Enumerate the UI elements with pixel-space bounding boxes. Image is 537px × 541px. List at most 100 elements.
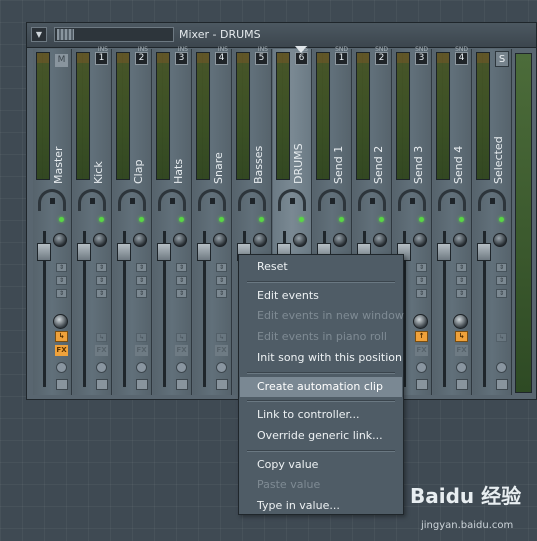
pan-knob[interactable] (438, 189, 466, 211)
menu-item-override-generic-link[interactable]: Override generic link... (240, 426, 402, 446)
pan-knob[interactable] (78, 189, 106, 211)
disk-record-icon[interactable] (136, 379, 148, 390)
send-level-knob[interactable] (413, 314, 428, 329)
stereo-separation-knob[interactable] (213, 233, 227, 247)
track-enable-led[interactable] (379, 217, 384, 222)
polarity-icon[interactable]: ⇕ (56, 276, 67, 285)
route-icon[interactable]: ⇕ (136, 289, 147, 298)
swap-channels-icon[interactable]: ⇕ (216, 263, 227, 272)
volume-fader-handle[interactable] (117, 243, 131, 261)
mixer-title-slider[interactable] (54, 27, 174, 42)
disk-record-icon[interactable] (96, 379, 108, 390)
polarity-icon[interactable]: ⇕ (176, 276, 187, 285)
route-icon[interactable]: ⇕ (96, 289, 107, 298)
track-enable-led[interactable] (179, 217, 184, 222)
volume-fader-handle[interactable] (157, 243, 171, 261)
mixer-track-send-4[interactable]: SND 4 Send 4 ⇕ ⇕ ⇕ ↳ FX (433, 46, 472, 395)
volume-fader-handle[interactable] (77, 243, 91, 261)
stereo-separation-knob[interactable] (293, 233, 307, 247)
track-enable-led[interactable] (339, 217, 344, 222)
route-icon[interactable]: ⇕ (216, 289, 227, 298)
volume-fader-handle[interactable] (37, 243, 51, 261)
record-arm-icon[interactable] (176, 362, 187, 373)
polarity-icon[interactable]: ⇕ (216, 276, 227, 285)
mixer-titlebar[interactable]: ▼ Mixer - DRUMS (27, 23, 536, 48)
menu-item-create-automation-clip[interactable]: Create automation clip (240, 376, 402, 397)
mixer-track-snare[interactable]: INS 4 Snare ⇕ ⇕ ⇕ ↳ FX (193, 46, 232, 395)
track-enable-led[interactable] (99, 217, 104, 222)
swap-channels-icon[interactable]: ⇕ (496, 263, 507, 272)
disk-record-icon[interactable] (496, 379, 508, 390)
record-arm-icon[interactable] (456, 362, 467, 373)
record-arm-icon[interactable] (136, 362, 147, 373)
track-enable-led[interactable] (419, 217, 424, 222)
disk-record-icon[interactable] (456, 379, 468, 390)
swap-channels-icon[interactable]: ⇕ (456, 263, 467, 272)
record-arm-icon[interactable] (416, 362, 427, 373)
menu-item-copy-value[interactable]: Copy value (240, 455, 402, 475)
swap-channels-icon[interactable]: ⇕ (416, 263, 427, 272)
selected-track-icon[interactable]: S (495, 51, 509, 67)
route-arrow-icon[interactable]: ↳ (455, 331, 468, 342)
polarity-icon[interactable]: ⇕ (416, 276, 427, 285)
track-enable-led[interactable] (499, 217, 504, 222)
pan-knob[interactable] (198, 189, 226, 211)
track-enable-led[interactable] (59, 217, 64, 222)
mixer-menu-button[interactable]: ▼ (31, 27, 47, 42)
disk-record-icon[interactable] (176, 379, 188, 390)
stereo-separation-knob[interactable] (333, 233, 347, 247)
stereo-separation-knob[interactable] (93, 233, 107, 247)
slider-thumb[interactable] (57, 29, 74, 40)
record-arm-icon[interactable] (96, 362, 107, 373)
menu-item-init-song-with-this-position[interactable]: Init song with this position (240, 348, 402, 368)
fx-enable-button[interactable]: FX (415, 345, 428, 356)
mixer-track-selected[interactable]: S Selected ⇕ ⇕ ⇕ ↳ (473, 49, 512, 395)
pan-knob[interactable] (238, 189, 266, 211)
volume-fader-handle[interactable] (477, 243, 491, 261)
track-enable-led[interactable] (259, 217, 264, 222)
stereo-separation-knob[interactable] (373, 233, 387, 247)
route-icon[interactable]: ⇕ (496, 289, 507, 298)
stereo-separation-knob[interactable] (493, 233, 507, 247)
pan-knob[interactable] (478, 189, 506, 211)
menu-item-type-in-value[interactable]: Type in value... (240, 496, 402, 516)
swap-channels-icon[interactable]: ⇕ (176, 263, 187, 272)
menu-item-link-to-controller[interactable]: Link to controller... (240, 405, 402, 425)
route-arrow-icon[interactable]: ↳ (216, 333, 227, 342)
polarity-icon[interactable]: ⇕ (456, 276, 467, 285)
track-enable-led[interactable] (299, 217, 304, 222)
stereo-separation-knob[interactable] (133, 233, 147, 247)
route-arrow-icon[interactable]: ↑ (415, 331, 428, 342)
pan-knob[interactable] (358, 189, 386, 211)
track-enable-led[interactable] (139, 217, 144, 222)
send-level-knob[interactable] (453, 314, 468, 329)
mixer-track-hats[interactable]: INS 3 Hats ⇕ ⇕ ⇕ ↳ FX (153, 46, 192, 395)
stereo-separation-knob[interactable] (413, 233, 427, 247)
route-icon[interactable]: ⇕ (176, 289, 187, 298)
disk-record-icon[interactable] (56, 379, 68, 390)
swap-channels-icon[interactable]: ⇕ (56, 263, 67, 272)
route-arrow-icon[interactable]: ↳ (176, 333, 187, 342)
swap-channels-icon[interactable]: ⇕ (136, 263, 147, 272)
polarity-icon[interactable]: ⇕ (496, 276, 507, 285)
route-icon[interactable]: ⇕ (416, 289, 427, 298)
route-icon[interactable]: ⇕ (56, 289, 67, 298)
track-enable-led[interactable] (459, 217, 464, 222)
disk-record-icon[interactable] (216, 379, 228, 390)
pan-knob[interactable] (158, 189, 186, 211)
route-arrow-icon[interactable]: ↳ (96, 333, 107, 342)
volume-fader-handle[interactable] (197, 243, 211, 261)
send-level-knob[interactable] (53, 314, 68, 329)
record-arm-icon[interactable] (496, 362, 507, 373)
mixer-track-master[interactable]: M Master ⇕ ⇕ ⇕ ↳ FX (33, 49, 72, 395)
stereo-separation-knob[interactable] (453, 233, 467, 247)
menu-item-edit-events[interactable]: Edit events (240, 286, 402, 306)
pan-knob[interactable] (318, 189, 346, 211)
fx-enable-button[interactable]: FX (95, 345, 108, 356)
polarity-icon[interactable]: ⇕ (96, 276, 107, 285)
polarity-icon[interactable]: ⇕ (136, 276, 147, 285)
record-arm-icon[interactable] (216, 362, 227, 373)
pan-knob[interactable] (278, 189, 306, 211)
route-arrow-icon[interactable]: ↳ (136, 333, 147, 342)
mixer-track-clap[interactable]: INS 2 Clap ⇕ ⇕ ⇕ ↳ FX (113, 46, 152, 395)
